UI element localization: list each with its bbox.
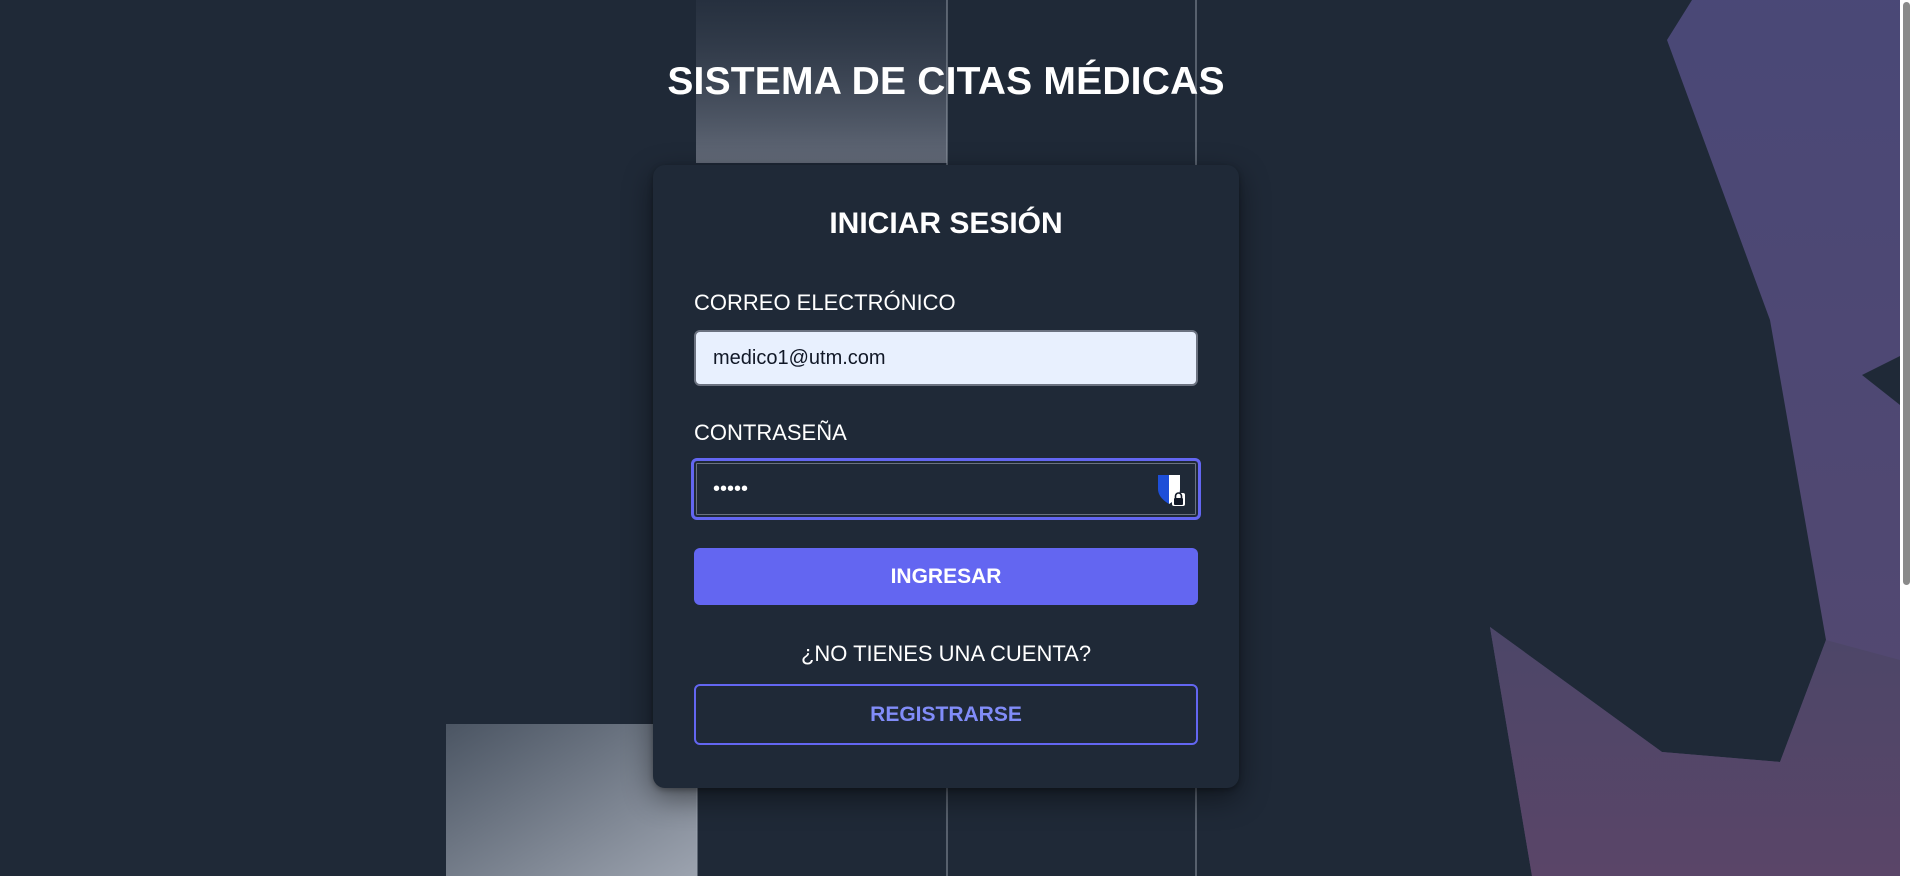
email-value: medico1@utm.com xyxy=(713,346,886,369)
login-heading: INICIAR SESIÓN xyxy=(829,207,1063,240)
password-label: CONTRASEÑA xyxy=(694,420,847,445)
no-account-text: ¿NO TIENES UNA CUENTA? xyxy=(800,641,1092,666)
login-button[interactable]: INGRESAR xyxy=(694,548,1198,605)
login-card: INICIAR SESIÓN CORREO ELECTRÓNICO medico… xyxy=(653,165,1239,788)
password-manager-icon[interactable] xyxy=(1156,473,1186,507)
scrollbar-thumb[interactable] xyxy=(1903,2,1910,585)
password-field[interactable]: ••••• xyxy=(691,458,1201,520)
page-title: SISTEMA DE CITAS MÉDICAS xyxy=(667,60,1225,103)
email-field[interactable]: medico1@utm.com xyxy=(694,330,1198,386)
password-value: ••••• xyxy=(713,477,749,500)
login-page: SISTEMA DE CITAS MÉDICAS INICIAR SESIÓN … xyxy=(0,0,1913,876)
register-button[interactable]: REGISTRARSE xyxy=(694,684,1198,745)
email-label: CORREO ELECTRÓNICO xyxy=(694,290,956,315)
scrollbar-track[interactable] xyxy=(1900,0,1913,876)
